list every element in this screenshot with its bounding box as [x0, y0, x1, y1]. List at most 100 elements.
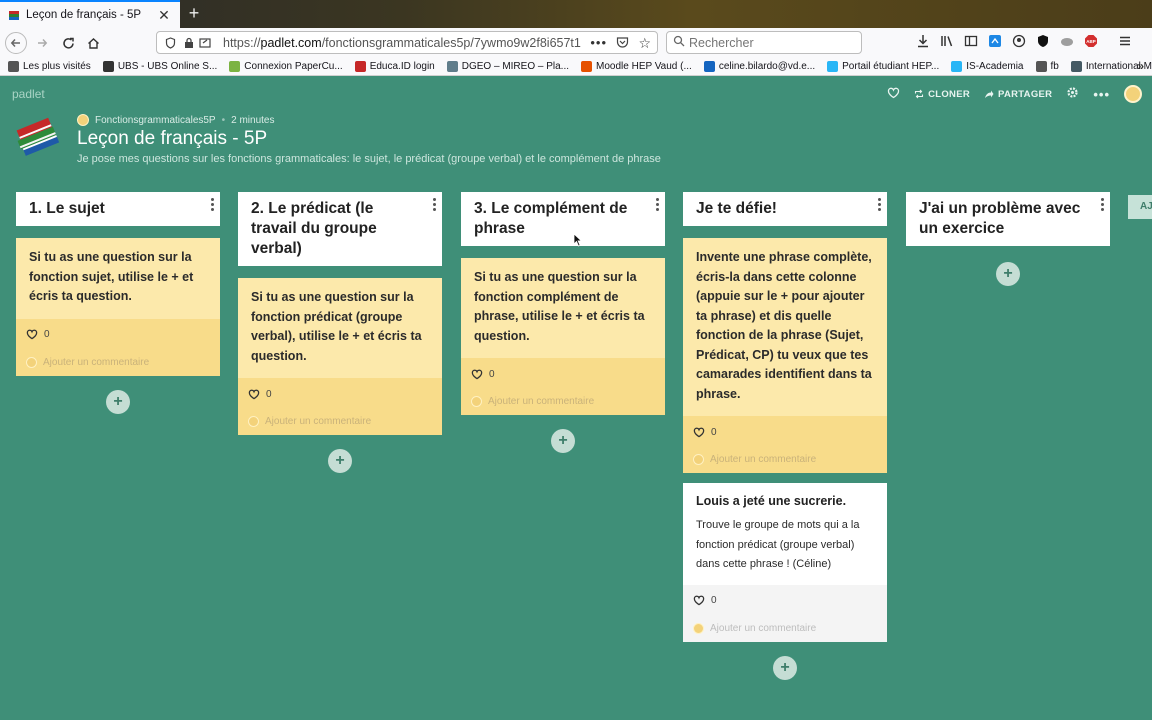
more-options-icon[interactable]: •••	[1093, 87, 1110, 102]
wall-meta: Fonctionsgrammaticales5P • 2 minutes	[77, 114, 274, 126]
post-card[interactable]: Si tu as une question sur la fonction co…	[461, 258, 665, 415]
like-control[interactable]: 0	[693, 422, 877, 442]
home-icon[interactable]	[82, 32, 104, 54]
post-footer: 0 Ajouter un commentaire	[683, 584, 887, 642]
adblock-plus-icon[interactable]: ABP	[1084, 34, 1098, 53]
bookmark-item[interactable]: celine.bilardo@vd.e...	[703, 61, 816, 72]
add-post-button[interactable]: +	[773, 655, 797, 680]
comment-placeholder: Ajouter un commentaire	[710, 454, 817, 465]
like-count: 0	[711, 595, 717, 606]
bookmark-item[interactable]: Connexion PaperCu...	[229, 61, 343, 72]
reload-icon[interactable]	[57, 32, 79, 54]
bookmark-label: Educa.ID login	[369, 61, 435, 72]
like-count: 0	[489, 368, 495, 380]
bookmark-label: Les plus visités	[23, 61, 91, 72]
search-input[interactable]	[689, 35, 849, 50]
bookmark-label: celine.bilardo@vd.e...	[718, 61, 816, 72]
kebab-menu-icon[interactable]	[876, 198, 882, 211]
forward-arrow-icon[interactable]	[31, 32, 53, 54]
comment-input[interactable]: Ajouter un commentaire	[248, 416, 432, 427]
comment-input[interactable]: Ajouter un commentaire	[471, 396, 655, 407]
kebab-menu-icon[interactable]	[431, 198, 437, 211]
add-post-button[interactable]: +	[328, 449, 352, 473]
comment-input[interactable]: Ajouter un commentaire	[693, 454, 877, 465]
bookmark-item[interactable]: UBS - UBS Online S...	[102, 61, 217, 72]
bookmark-item[interactable]: DGEO – MIREO – Pla...	[446, 61, 569, 72]
post-title: Louis a jeté une sucrerie.	[696, 494, 847, 508]
add-post-button[interactable]: +	[106, 389, 130, 414]
comment-input[interactable]: Ajouter un commentaire	[693, 622, 877, 634]
add-post-button[interactable]: +	[551, 429, 575, 453]
privacy-badger-icon[interactable]	[1036, 34, 1050, 53]
add-column-button[interactable]: AJ	[1128, 195, 1152, 219]
bookmark-item[interactable]: Moodle HEP Vaud (...	[581, 61, 692, 72]
lock-icon[interactable]	[184, 37, 194, 52]
add-post-button[interactable]: +	[996, 262, 1020, 286]
hamburger-menu-icon[interactable]	[1118, 34, 1132, 53]
author-name[interactable]: Fonctionsgrammaticales5P	[95, 115, 216, 126]
column-title: 3. Le complément de phrase	[474, 200, 628, 237]
svg-text:ABP: ABP	[1086, 39, 1096, 44]
bookmark-item[interactable]: Portail étudiant HEP...	[827, 61, 939, 72]
share-button[interactable]: PARTAGER	[984, 89, 1052, 100]
post-card[interactable]: Si tu as une question sur la fonction pr…	[238, 278, 442, 435]
column-header: 2. Le prédicat (le travail du groupe ver…	[238, 192, 442, 266]
shield-icon[interactable]	[165, 37, 176, 52]
new-tab-icon[interactable]: +	[184, 3, 204, 23]
back-button[interactable]	[5, 32, 27, 54]
user-avatar[interactable]	[1124, 85, 1142, 103]
bookmarks-overflow-icon[interactable]: »	[1137, 59, 1144, 73]
bookmark-item[interactable]: fb	[1035, 61, 1059, 72]
bookmark-favicon-icon	[446, 61, 458, 72]
book-favicon-icon	[9, 11, 19, 20]
bookmark-item[interactable]: Educa.ID login	[354, 61, 435, 72]
kebab-menu-icon[interactable]	[209, 198, 215, 211]
column-title: J'ai un problème avec un exercice	[919, 200, 1081, 237]
url-path: /fonctionsgrammaticales5p/7ywmo9w2f8i657…	[321, 35, 581, 50]
time-ago: 2 minutes	[231, 114, 275, 126]
account-icon[interactable]	[1012, 34, 1026, 53]
sidebar-icon[interactable]	[964, 34, 978, 53]
browser-tab-active[interactable]: Leçon de français - 5P ✕	[0, 0, 180, 28]
comment-input[interactable]: Ajouter un commentaire	[26, 356, 210, 368]
kebab-menu-icon[interactable]	[654, 198, 660, 211]
back-arrow-icon	[5, 32, 27, 54]
url-text[interactable]: https://padlet.com/fonctionsgrammaticale…	[223, 36, 581, 50]
search-bar[interactable]	[666, 31, 862, 54]
post-card[interactable]: Louis a jeté une sucrerie. Trouve le gro…	[683, 483, 887, 642]
like-control[interactable]: 0	[693, 591, 877, 611]
download-icon[interactable]	[916, 34, 930, 53]
pocket-icon[interactable]	[616, 36, 629, 51]
column-title: 1. Le sujet	[29, 200, 105, 217]
bookmark-label: Portail étudiant HEP...	[842, 61, 940, 72]
column-sujet: 1. Le sujet Si tu as une question sur la…	[16, 192, 220, 414]
bookmark-label: fb	[1050, 61, 1059, 72]
bookmark-item[interactable]: Les plus visités	[8, 61, 91, 72]
bookmark-favicon-icon	[951, 61, 963, 72]
like-control[interactable]: 0	[26, 325, 210, 345]
heart-icon	[471, 369, 483, 379]
heart-icon[interactable]	[887, 87, 900, 102]
screenshot-extension-icon[interactable]	[988, 34, 1002, 53]
author-avatar[interactable]	[77, 114, 89, 126]
kebab-menu-icon[interactable]	[1099, 198, 1105, 211]
library-icon[interactable]	[940, 34, 954, 53]
bookmark-favicon-icon	[1070, 61, 1082, 72]
like-count: 0	[266, 388, 272, 400]
like-control[interactable]: 0	[471, 364, 655, 384]
comment-placeholder: Ajouter un commentaire	[488, 396, 595, 407]
like-control[interactable]: 0	[248, 384, 432, 404]
post-footer: 0 Ajouter un commentaire	[238, 378, 442, 435]
permissions-icon[interactable]	[199, 37, 213, 52]
post-card[interactable]: Si tu as une question sur la fonction su…	[16, 238, 220, 376]
bookmark-star-icon[interactable]: ☆	[638, 35, 651, 52]
padlet-logo[interactable]: padlet	[12, 87, 45, 101]
extension-gray-icon[interactable]	[1060, 34, 1074, 53]
address-bar[interactable]: https://padlet.com/fonctionsgrammaticale…	[156, 31, 658, 54]
tab-close-icon[interactable]: ✕	[156, 7, 172, 24]
post-card[interactable]: Invente une phrase complète, écris-la da…	[683, 238, 887, 473]
bookmark-item[interactable]: IS-Academia	[951, 61, 1024, 72]
settings-gear-icon[interactable]	[1066, 86, 1079, 102]
clone-button[interactable]: CLONER	[914, 89, 970, 100]
page-actions-icon[interactable]: •••	[590, 35, 607, 50]
